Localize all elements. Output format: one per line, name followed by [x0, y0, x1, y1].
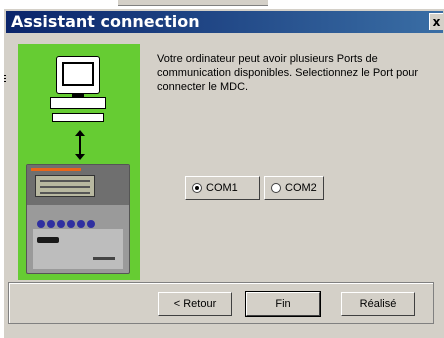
desktop-case-icon [50, 97, 106, 109]
close-button[interactable]: x [429, 13, 443, 30]
port-option-com2[interactable]: COM2 [264, 176, 324, 200]
finish-button[interactable]: Fin [245, 291, 321, 317]
back-button[interactable]: < Retour [158, 292, 232, 316]
radio-selected-icon[interactable] [192, 183, 202, 193]
double-arrow-icon [74, 130, 86, 160]
background-window-strip [0, 0, 444, 8]
window-title: Assistant connection [11, 12, 200, 31]
port-label: COM2 [285, 182, 317, 194]
controller-display [35, 175, 95, 197]
instruction-text: Votre ordinateur peut avoir plusieurs Po… [157, 53, 419, 93]
controller-faceplate [27, 165, 129, 205]
title-bar[interactable]: Assistant connection x [6, 11, 443, 33]
port-option-com1[interactable]: COM1 [185, 176, 260, 200]
connection-illustration [18, 44, 140, 280]
signature-mark [93, 257, 115, 260]
keyboard-icon [52, 113, 104, 122]
radio-unselected-icon[interactable] [271, 183, 281, 193]
monitor-screen [62, 62, 94, 86]
controller-lower-panel [33, 229, 123, 269]
edge-marker [4, 75, 7, 85]
background-tab [118, 0, 268, 6]
done-button[interactable]: Réalisé [341, 292, 415, 316]
port-label: COM1 [206, 182, 238, 194]
brand-logo-icon [37, 237, 59, 243]
controller-device-icon [26, 164, 130, 274]
computer-icon [50, 56, 106, 131]
monitor-icon [56, 56, 100, 94]
